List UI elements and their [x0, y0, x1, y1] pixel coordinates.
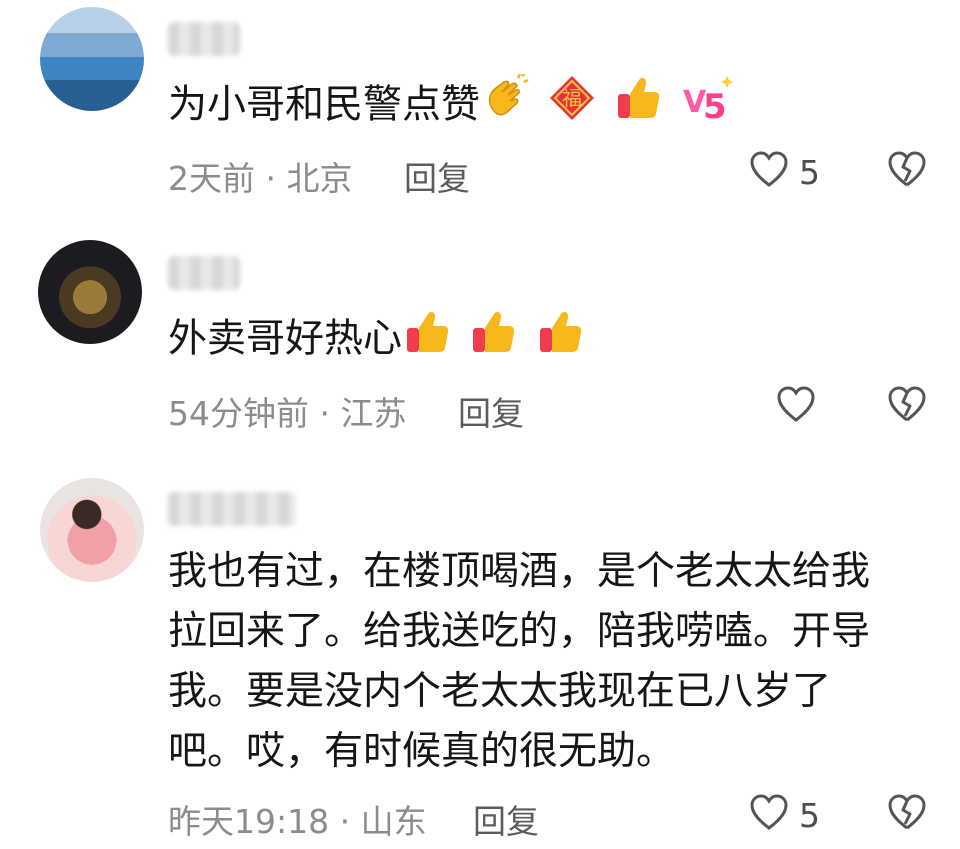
username[interactable] — [168, 22, 240, 56]
heart-icon — [749, 793, 789, 837]
comment-text-content: 外卖哥好热心 — [168, 316, 403, 362]
comment-text: 外卖哥好热心 — [168, 308, 591, 374]
comment-meta: 2天前 · 北京 — [168, 159, 353, 198]
clapping-hands-icon — [482, 72, 530, 140]
username[interactable] — [168, 492, 296, 526]
comment-text-line: 我。要是没内个老太太我现在已八岁了 — [168, 669, 832, 714]
username[interactable] — [168, 256, 240, 290]
avatar[interactable] — [38, 240, 142, 344]
like-count: 5 — [799, 152, 820, 192]
comment-text-line: 我也有过，在楼顶喝酒，是个老太太给我 — [168, 549, 871, 594]
thumbs-up-icon — [470, 308, 518, 374]
thumbs-up-icon — [537, 308, 585, 374]
reply-button[interactable]: 回复 — [458, 387, 524, 435]
heart-icon — [749, 150, 789, 194]
broken-heart-icon — [886, 151, 928, 194]
comment-text-line: 吧。哎，有时候真的很无助。 — [168, 729, 676, 774]
comment-text-line: 拉回来了。给我送吃的，陪我唠嗑。开导 — [168, 609, 871, 654]
broken-heart-icon — [886, 794, 928, 837]
reply-button[interactable]: 回复 — [404, 152, 470, 200]
dislike-button[interactable] — [886, 385, 928, 429]
broken-heart-icon — [886, 386, 928, 429]
comment-text: 我也有过，在楼顶喝酒，是个老太太给我 拉回来了。给我送吃的，陪我唠嗑。开导 我。… — [168, 542, 870, 782]
heart-icon — [776, 385, 816, 429]
like-button[interactable] — [776, 385, 826, 429]
emoji-group: 福 V 5 — [482, 72, 739, 140]
comment-item: 为小哥和民警点赞 福 V 5 2天前 · 北京 回复 5 — [0, 0, 960, 230]
v5-icon: V 5 — [681, 74, 734, 140]
like-count: 5 — [799, 795, 820, 835]
comment-meta: 54分钟前 · 江苏 — [168, 394, 407, 433]
emoji-group — [404, 308, 591, 374]
thumbs-up-icon — [615, 74, 663, 140]
like-button[interactable]: 5 — [749, 793, 820, 837]
avatar[interactable] — [40, 7, 144, 111]
comment-meta: 昨天19:18 · 山东 — [168, 802, 427, 841]
dislike-button[interactable] — [886, 793, 928, 837]
svg-text:福: 福 — [562, 86, 582, 110]
like-button[interactable]: 5 — [749, 150, 820, 194]
svg-text:5: 5 — [703, 87, 727, 122]
reply-button[interactable]: 回复 — [473, 795, 539, 843]
thumbs-up-icon — [404, 308, 452, 374]
avatar[interactable] — [40, 478, 144, 582]
comment-text-content: 为小哥和民警点赞 — [168, 82, 481, 128]
dislike-button[interactable] — [886, 150, 928, 194]
comment-text: 为小哥和民警点赞 福 V 5 — [168, 72, 739, 140]
fu-diamond-icon: 福 — [548, 74, 596, 140]
